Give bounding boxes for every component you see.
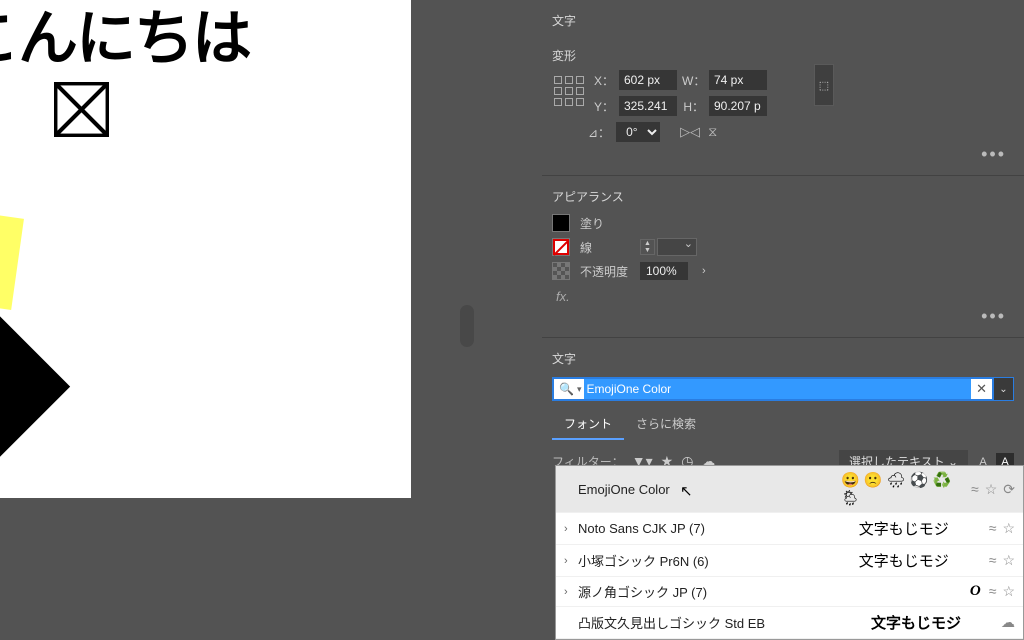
font-dropdown-button[interactable]: ⌄ [994,377,1014,401]
font-name-label: 源ノ角ゴシック JP (7) [578,582,859,601]
canvas-text[interactable]: こんにちは [0,0,250,77]
font-preview: 文字もじモジ [859,518,989,539]
opacity-swatch[interactable] [552,262,570,280]
search-icon: 🔍 [554,382,577,396]
opacity-label: 不透明度 [580,263,630,280]
appearance-title: アピアランス [552,180,1014,211]
similar-icon[interactable]: ≈ [989,552,997,569]
font-item-2[interactable]: ›小塚ゴシック Pr6N (6)文字もじモジ≈☆ [556,545,1023,577]
font-preview: O [859,583,989,600]
link-wh-icon[interactable]: ⬚ [814,64,834,106]
x-input[interactable] [619,70,677,90]
font-title: 文字 [552,342,1014,373]
font-name-label: Noto Sans CJK JP (7) [578,521,859,536]
font-item-0[interactable]: EmojiOne Color😀 🙁 🌧 ⚽ ♻️ 🌦≈ ☆ ⟳ [556,466,1023,513]
opacity-input[interactable] [640,262,688,280]
font-item-1[interactable]: ›Noto Sans CJK JP (7)文字もじモジ≈☆ [556,513,1023,545]
yellow-shape[interactable] [0,206,24,310]
expand-icon[interactable]: › [564,523,578,535]
appearance-section: アピアランス 塗り 線 ▲▼ 不透明度 › fx. ••• [542,176,1024,338]
font-actions: ☁ [1001,614,1015,631]
font-item-3[interactable]: ›源ノ角ゴシック JP (7)O≈☆ [556,577,1023,607]
character-title: 文字 [552,4,1014,35]
font-preview: 😀 🙁 🌧 ⚽ ♻️ 🌦 [841,471,971,507]
favorite-icon[interactable]: ☆ [985,481,998,498]
tab-font[interactable]: フォント [552,409,624,440]
favorite-icon[interactable]: ☆ [1002,520,1015,537]
transform-title: 変形 [552,39,1014,70]
favorite-icon[interactable]: ☆ [1002,583,1015,600]
font-search-field[interactable]: 🔍 ▾ EmojiOne Color ✕ [552,377,994,401]
reference-point-grid[interactable] [554,76,584,106]
stroke-label: 線 [580,239,630,256]
character-section-header: 文字 [542,0,1024,35]
w-label: W： [682,72,704,89]
font-item-4[interactable]: 凸版文久見出しゴシック Std EB文字もじモジ☁ [556,607,1023,639]
activate-icon[interactable]: ⟳ [1003,481,1015,498]
stroke-weight-stepper[interactable]: ▲▼ [640,238,697,256]
panel-divider-handle[interactable] [460,305,474,347]
font-name-label: EmojiOne Color [578,482,841,497]
expand-icon[interactable]: › [564,555,578,567]
font-actions: ≈☆ [989,520,1015,537]
similar-icon[interactable]: ≈ [989,583,997,600]
font-actions: ≈☆ [989,552,1015,569]
canvas-page[interactable]: こんにちは [0,0,411,498]
font-preview: 文字もじモジ [859,550,989,571]
appearance-more-icon[interactable]: ••• [552,306,1014,327]
h-label: H： [682,98,704,115]
similar-icon[interactable]: ≈ [971,481,979,498]
transform-more-icon[interactable]: ••• [552,144,1014,165]
fill-swatch[interactable] [552,214,570,232]
black-shape[interactable] [0,312,70,492]
flip-vertical-icon[interactable]: ⧖ [708,124,717,140]
x-label: X： [592,72,614,89]
font-name-label: 小塚ゴシック Pr6N (6) [578,551,859,570]
tab-more-search[interactable]: さらに検索 [624,409,708,440]
y-input[interactable] [619,96,677,116]
font-preview: 文字もじモジ [871,612,1001,633]
stroke-swatch[interactable] [552,238,570,256]
font-actions: ≈ ☆ ⟳ [971,481,1015,498]
search-dropdown-icon[interactable]: ▾ [577,384,585,395]
favorite-icon[interactable]: ☆ [1002,552,1015,569]
fill-label: 塗り [580,215,630,232]
fx-label[interactable]: fx. [552,283,1014,304]
font-actions: ≈☆ [989,583,1015,600]
y-label: Y： [592,98,614,115]
opacity-arrow-icon[interactable]: › [702,265,706,277]
expand-icon[interactable]: › [564,586,578,598]
transform-section: 変形 X： W： ⬚ Y： H： [542,35,1024,176]
missing-glyph-icon[interactable] [54,82,109,137]
font-list-dropdown: EmojiOne Color😀 🙁 🌧 ⚽ ♻️ 🌦≈☆⟳›Noto Sans … [555,465,1024,640]
h-input[interactable] [709,96,767,116]
flip-horizontal-icon[interactable]: ▷◁ [680,124,700,140]
similar-icon[interactable]: ≈ [989,520,997,537]
font-search-input[interactable]: EmojiOne Color [584,379,971,399]
cloud-sync-icon[interactable]: ☁ [1001,614,1015,631]
clear-search-icon[interactable]: ✕ [971,381,992,397]
canvas-area: こんにちは [0,0,411,616]
angle-select[interactable]: 0° [616,122,660,142]
angle-label: ⊿： [588,124,610,141]
w-input[interactable] [709,70,767,90]
